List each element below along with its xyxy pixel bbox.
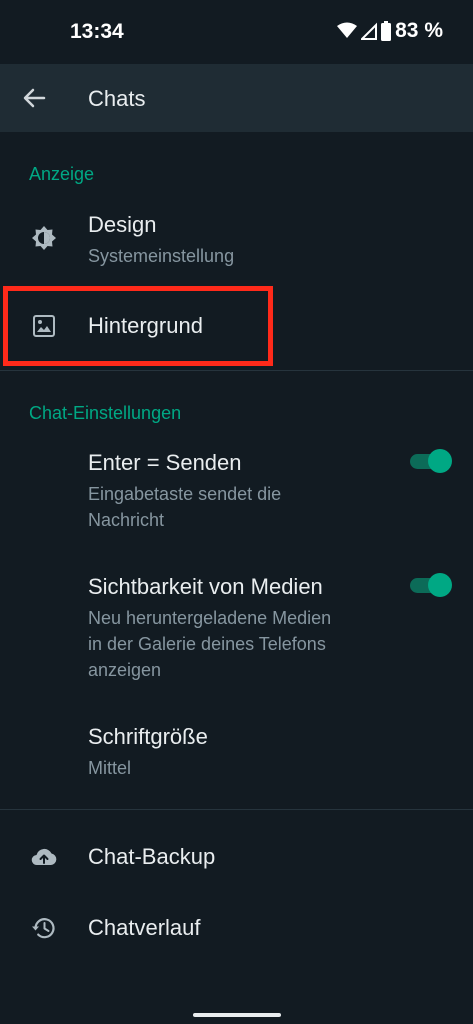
media-visibility-toggle[interactable]: [410, 572, 452, 598]
history-icon: [32, 918, 55, 939]
media-visibility-subtitle-line-3: anzeigen: [88, 660, 162, 680]
enter-send-title: Enter = Senden: [88, 450, 242, 475]
design-title: Design: [88, 212, 157, 237]
brightness-icon: [32, 226, 56, 250]
page-title: Chats: [88, 86, 146, 111]
highlight-box: [3, 286, 273, 366]
chat-history-title: Chatverlauf: [88, 915, 201, 940]
enter-send-toggle[interactable]: [410, 448, 452, 474]
status-bar: 13:34 83 %: [0, 0, 473, 64]
toggle-knob: [428, 573, 452, 597]
navigation-bar: [0, 1004, 473, 1024]
enter-send-subtitle-line-1: Eingabetaste sendet die: [88, 484, 282, 504]
home-gesture-handle[interactable]: [193, 1013, 281, 1017]
battery-percentage: 83 %: [395, 19, 443, 42]
toggle-knob: [428, 449, 452, 473]
cloud-upload-icon: [31, 848, 57, 866]
chat-backup-title: Chat-Backup: [88, 844, 216, 869]
section-header-chat-settings: Chat-Einstellungen: [29, 403, 182, 423]
battery-icon: [381, 21, 392, 41]
status-indicators: 83 %: [337, 19, 443, 43]
font-size-title: Schriftgröße: [88, 724, 208, 749]
arrow-back-icon[interactable]: [20, 84, 48, 112]
app-bar: Chats: [0, 64, 473, 132]
font-size-subtitle: Mittel: [88, 758, 132, 778]
design-subtitle: Systemeinstellung: [88, 246, 235, 266]
enter-send-subtitle-line-2: Nachricht: [88, 510, 165, 530]
status-time: 13:34: [70, 20, 124, 43]
divider: [0, 809, 473, 810]
wifi-icon: [337, 22, 358, 38]
media-visibility-subtitle-line-2: in der Galerie deines Telefons: [88, 634, 326, 654]
media-visibility-title: Sichtbarkeit von Medien: [88, 574, 323, 599]
divider: [0, 370, 473, 371]
section-header-display: Anzeige: [29, 164, 95, 184]
media-visibility-subtitle-line-1: Neu heruntergeladene Medien: [88, 608, 332, 628]
cellular-signal-icon: [361, 22, 378, 40]
